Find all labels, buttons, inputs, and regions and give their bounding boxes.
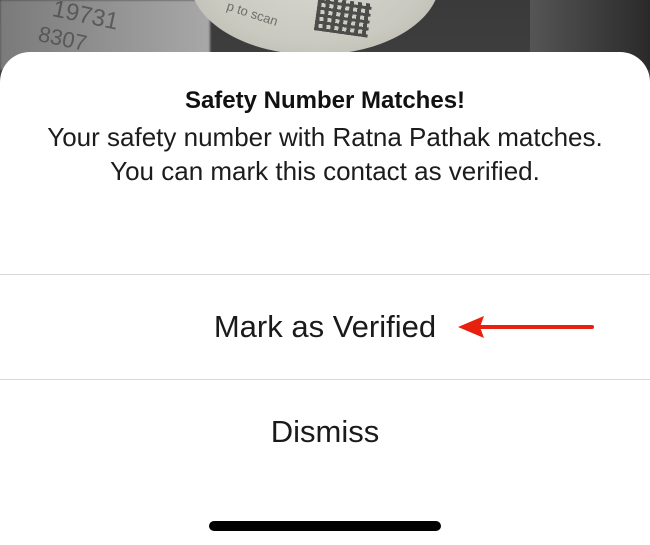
sheet-message: Your safety number with Ratna Pathak mat… (47, 122, 603, 186)
home-indicator[interactable] (209, 521, 441, 531)
action-sheet: Safety Number Matches! Your safety numbe… (0, 52, 650, 545)
sheet-header: Safety Number Matches! Your safety numbe… (0, 52, 650, 188)
sheet-title: Safety Number Matches! (184, 87, 466, 114)
dismiss-button[interactable]: Dismiss (0, 380, 650, 484)
arrow-left-icon (458, 316, 594, 338)
